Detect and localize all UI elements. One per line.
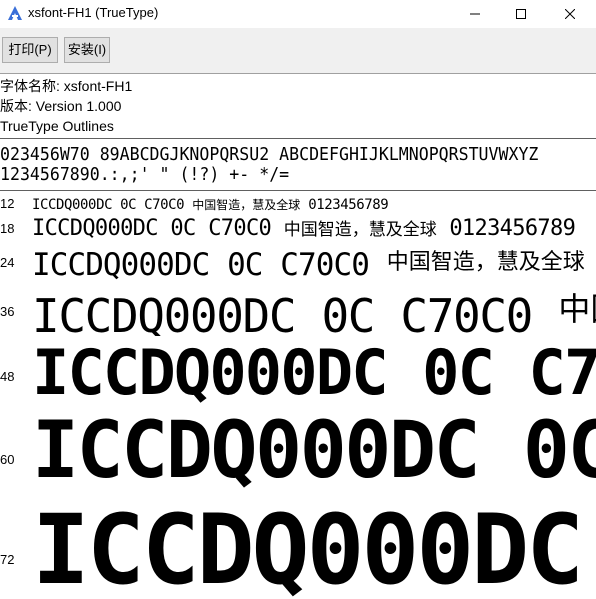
sample-row-48: 48 ICCDQ000DC 0C C70 bbox=[0, 338, 596, 406]
close-icon bbox=[565, 9, 575, 19]
sample-row-18: 18 ICCDQ000DC 0C C70C0 中国智造，慧及全球 0123456… bbox=[0, 214, 596, 244]
maximize-button[interactable] bbox=[498, 0, 544, 28]
divider bbox=[0, 138, 596, 139]
minimize-button[interactable] bbox=[452, 0, 498, 28]
sample-text: ICCDQ000DC 0C C70C0 中国 bbox=[32, 289, 596, 336]
sample-row-12: 12 ICCDQ000DC 0C C70C0 中国智造，慧及全球 0123456… bbox=[0, 194, 596, 214]
sample-size-label: 12 bbox=[0, 196, 15, 211]
sample-size-label: 48 bbox=[0, 369, 15, 384]
sample-row-24: 24 ICCDQ000DC 0C C70C0 中国智造，慧及全球 bbox=[0, 244, 596, 282]
maximize-icon bbox=[516, 9, 526, 19]
minimize-icon bbox=[470, 13, 480, 15]
charset-line-1: 023456W70 89ABCDGJKNOPQRSU2 ABCDEFGHIJKL… bbox=[0, 145, 539, 165]
sample-row-60: 60 ICCDQ000DC 0C bbox=[0, 410, 596, 496]
toolbar: 打印(P) 安装(I) bbox=[0, 28, 596, 74]
sample-size-label: 72 bbox=[0, 552, 15, 567]
sample-text: ICCDQ000DC 0C C70C0 中国智造，慧及全球 bbox=[32, 247, 585, 282]
sample-text: ICCDQ000DC 0C bbox=[32, 410, 596, 496]
sample-size-label: 36 bbox=[0, 304, 15, 319]
charset-line-2: 1234567890.:,;' " (!?) +- */= bbox=[0, 165, 290, 185]
sample-row-36: 36 ICCDQ000DC 0C C70C0 中国 bbox=[0, 284, 596, 336]
install-button[interactable]: 安装(I) bbox=[64, 37, 110, 63]
sample-text: ICCDQ000DC 0C C70C0 中国智造，慧及全球 0123456789 bbox=[32, 197, 389, 213]
sample-size-label: 60 bbox=[0, 452, 15, 467]
divider bbox=[0, 190, 596, 191]
sample-size-label: 24 bbox=[0, 255, 15, 270]
font-info: 字体名称: xsfont-FH1 版本: Version 1.000 TrueT… bbox=[0, 76, 132, 136]
sample-text: ICCDQ000DC 0C C70 bbox=[32, 338, 596, 406]
font-name-label: 字体名称: xsfont-FH1 bbox=[0, 78, 133, 94]
font-outlines-label: TrueType Outlines bbox=[0, 118, 114, 134]
character-set-preview: 023456W70 89ABCDGJKNOPQRSU2 ABCDEFGHIJKL… bbox=[0, 145, 596, 185]
sample-size-label: 18 bbox=[0, 221, 15, 236]
sample-text: ICCDQ000DC 0C C70C0 中国智造，慧及全球 0123456789 bbox=[32, 216, 576, 241]
sample-row-72: 72 ICCDQ000DC bbox=[0, 500, 596, 599]
print-button[interactable]: 打印(P) bbox=[2, 37, 58, 63]
title-bar: xsfont-FH1 (TrueType) bbox=[0, 0, 596, 28]
font-app-icon bbox=[7, 5, 23, 21]
sample-text: ICCDQ000DC bbox=[32, 500, 584, 599]
window-title: xsfont-FH1 (TrueType) bbox=[28, 5, 159, 20]
close-button[interactable] bbox=[544, 0, 596, 28]
font-version-label: 版本: Version 1.000 bbox=[0, 98, 122, 114]
